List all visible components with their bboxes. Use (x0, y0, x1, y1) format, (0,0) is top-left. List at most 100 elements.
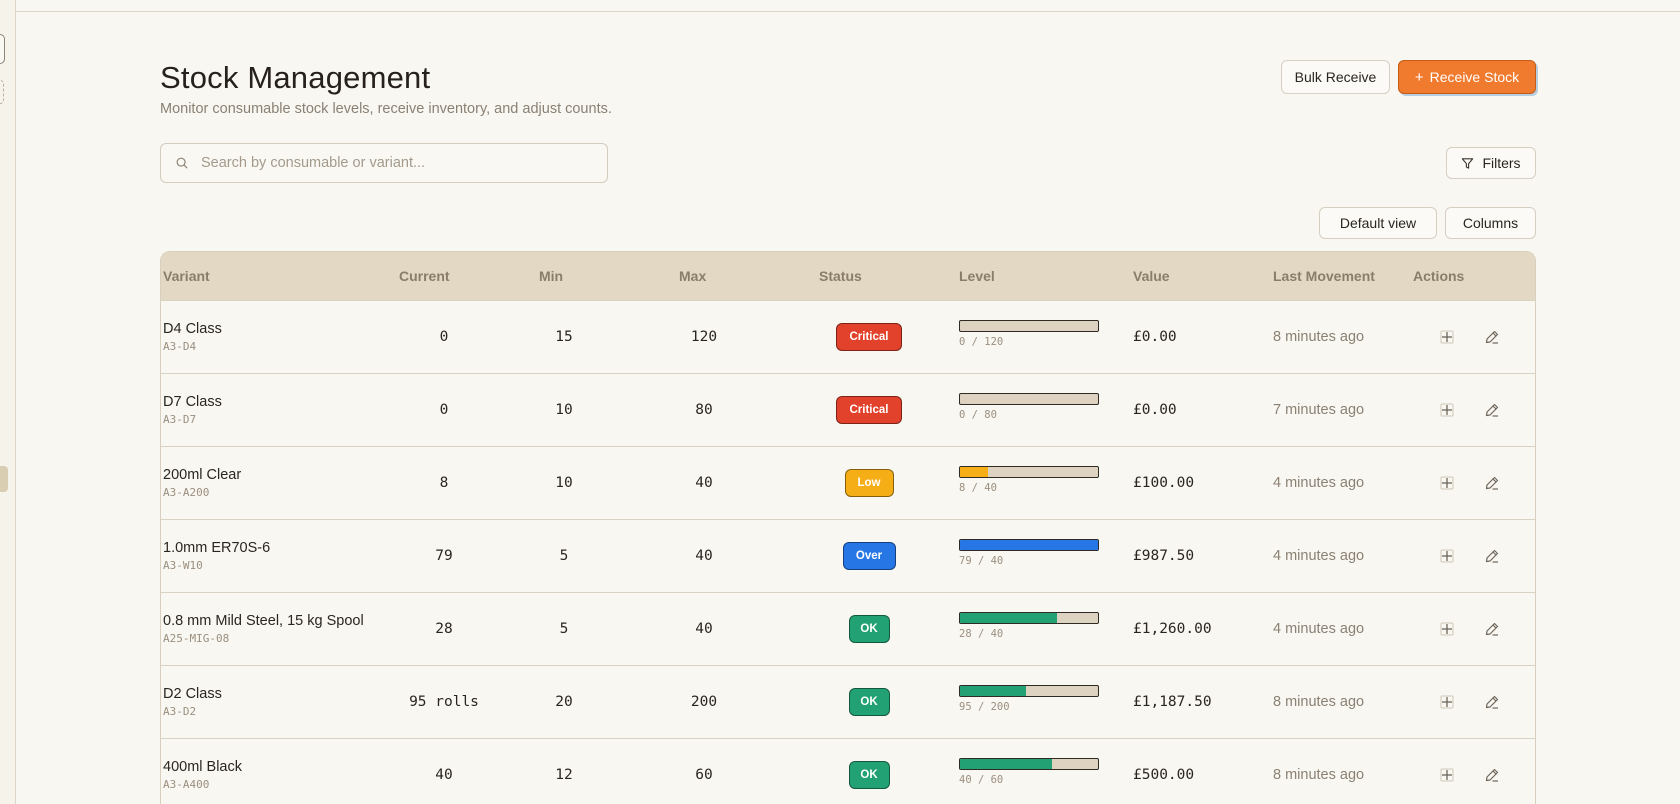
header-last-movement[interactable]: Last Movement (1273, 268, 1375, 284)
header-actions: Actions (1413, 268, 1465, 284)
left-rail (0, 0, 16, 804)
pencil-icon[interactable] (1484, 548, 1500, 564)
level-bar (959, 685, 1099, 697)
status-cell: Over (819, 542, 919, 570)
status-badge: Over (842, 542, 896, 570)
header-status[interactable]: Status (819, 268, 862, 284)
variant-cell: D7 Class A3-D7 (163, 394, 222, 426)
level-bar-fill (960, 686, 1026, 696)
header-level[interactable]: Level (959, 268, 995, 284)
max-count: 200 (690, 694, 718, 710)
filters-button[interactable]: Filters (1446, 147, 1536, 179)
stock-value: £100.00 (1133, 475, 1195, 491)
receive-row-icon[interactable] (1439, 402, 1455, 418)
level-bar (959, 320, 1099, 332)
receive-stock-button[interactable]: + Receive Stock (1398, 60, 1536, 94)
table-body: D4 Class A3-D4 0 15 120 Critical 0 / 120… (161, 300, 1535, 804)
level-label: 8 / 40 (959, 482, 997, 494)
last-movement: 8 minutes ago (1273, 329, 1365, 345)
stock-value: £987.50 (1133, 548, 1195, 564)
table-row: 1.0mm ER70S-6 A3-W10 79 5 40 Over 79 / 4… (161, 519, 1535, 592)
min-count: 10 (555, 402, 573, 418)
level-label: 79 / 40 (959, 555, 1004, 567)
default-view-button[interactable]: Default view (1319, 207, 1437, 239)
variant-code: A3-D4 (163, 340, 197, 353)
table-row: D4 Class A3-D4 0 15 120 Critical 0 / 120… (161, 300, 1535, 373)
header-min[interactable]: Min (539, 268, 563, 284)
header-value[interactable]: Value (1133, 268, 1170, 284)
max-count: 120 (690, 329, 718, 345)
receive-row-icon[interactable] (1439, 694, 1455, 710)
bulk-receive-button[interactable]: Bulk Receive (1281, 60, 1390, 94)
status-badge: OK (848, 688, 890, 716)
status-badge: Critical (836, 396, 902, 424)
receive-row-icon[interactable] (1439, 548, 1455, 564)
variant-name[interactable]: D4 Class (163, 321, 222, 337)
variant-cell: D2 Class A3-D2 (163, 686, 222, 718)
current-count: 0 (439, 402, 449, 418)
level-label: 28 / 40 (959, 628, 1004, 640)
current-count: 0 (439, 329, 449, 345)
level-label: 0 / 80 (959, 409, 997, 421)
variant-name[interactable]: D7 Class (163, 394, 222, 410)
pencil-icon[interactable] (1484, 329, 1500, 345)
level-cell: 28 / 40 (959, 612, 1099, 640)
columns-button[interactable]: Columns (1445, 207, 1536, 239)
level-bar (959, 466, 1099, 478)
top-bar (0, 0, 1680, 12)
max-count: 80 (695, 402, 713, 418)
variant-cell: 0.8 mm Mild Steel, 15 kg Spool A25-MIG-0… (163, 613, 364, 645)
table-row: 400ml Black A3-A400 40 12 60 OK 40 / 60 … (161, 738, 1535, 804)
min-count: 12 (555, 767, 573, 783)
level-cell: 40 / 60 (959, 758, 1099, 786)
search-input[interactable] (201, 155, 601, 171)
level-cell: 0 / 80 (959, 393, 1099, 421)
table-row: 200ml Clear A3-A200 8 10 40 Low 8 / 40 £… (161, 446, 1535, 519)
pencil-icon[interactable] (1484, 621, 1500, 637)
min-count: 10 (555, 475, 573, 491)
rail-control[interactable] (0, 34, 5, 64)
status-cell: Critical (819, 396, 919, 424)
status-cell: Critical (819, 323, 919, 351)
level-cell: 0 / 120 (959, 320, 1099, 348)
rail-placeholder (0, 80, 4, 104)
variant-name[interactable]: D2 Class (163, 686, 222, 702)
plus-icon: + (1414, 68, 1424, 86)
status-cell: OK (819, 761, 919, 789)
level-label: 95 / 200 (959, 701, 1010, 713)
header-variant[interactable]: Variant (163, 268, 210, 284)
pencil-icon[interactable] (1484, 402, 1500, 418)
status-badge: Critical (836, 323, 902, 351)
search-icon (176, 157, 188, 169)
current-count: 28 (435, 621, 453, 637)
receive-row-icon[interactable] (1439, 767, 1455, 783)
status-badge: OK (848, 615, 890, 643)
table-row: D2 Class A3-D2 95 rolls 20 200 OK 95 / 2… (161, 665, 1535, 738)
pencil-icon[interactable] (1484, 767, 1500, 783)
header-max[interactable]: Max (679, 268, 706, 284)
variant-name[interactable]: 1.0mm ER70S-6 (163, 540, 270, 556)
receive-row-icon[interactable] (1439, 621, 1455, 637)
receive-row-icon[interactable] (1439, 329, 1455, 345)
variant-name[interactable]: 400ml Black (163, 759, 242, 775)
search-box (160, 143, 608, 183)
rail-active-indicator (0, 466, 8, 492)
status-badge: Low (844, 469, 894, 497)
level-bar (959, 758, 1099, 770)
last-movement: 8 minutes ago (1273, 694, 1365, 710)
receive-row-icon[interactable] (1439, 475, 1455, 491)
last-movement: 4 minutes ago (1273, 475, 1365, 491)
max-count: 40 (695, 475, 713, 491)
header-current[interactable]: Current (399, 268, 450, 284)
level-cell: 8 / 40 (959, 466, 1099, 494)
max-count: 40 (695, 621, 713, 637)
variant-name[interactable]: 200ml Clear (163, 467, 241, 483)
filters-label: Filters (1482, 155, 1521, 171)
max-count: 60 (695, 767, 713, 783)
pencil-icon[interactable] (1484, 694, 1500, 710)
pencil-icon[interactable] (1484, 475, 1500, 491)
default-view-label: Default view (1339, 215, 1417, 231)
level-bar-fill (960, 613, 1057, 623)
variant-name[interactable]: 0.8 mm Mild Steel, 15 kg Spool (163, 613, 364, 629)
variant-cell: 400ml Black A3-A400 (163, 759, 242, 791)
